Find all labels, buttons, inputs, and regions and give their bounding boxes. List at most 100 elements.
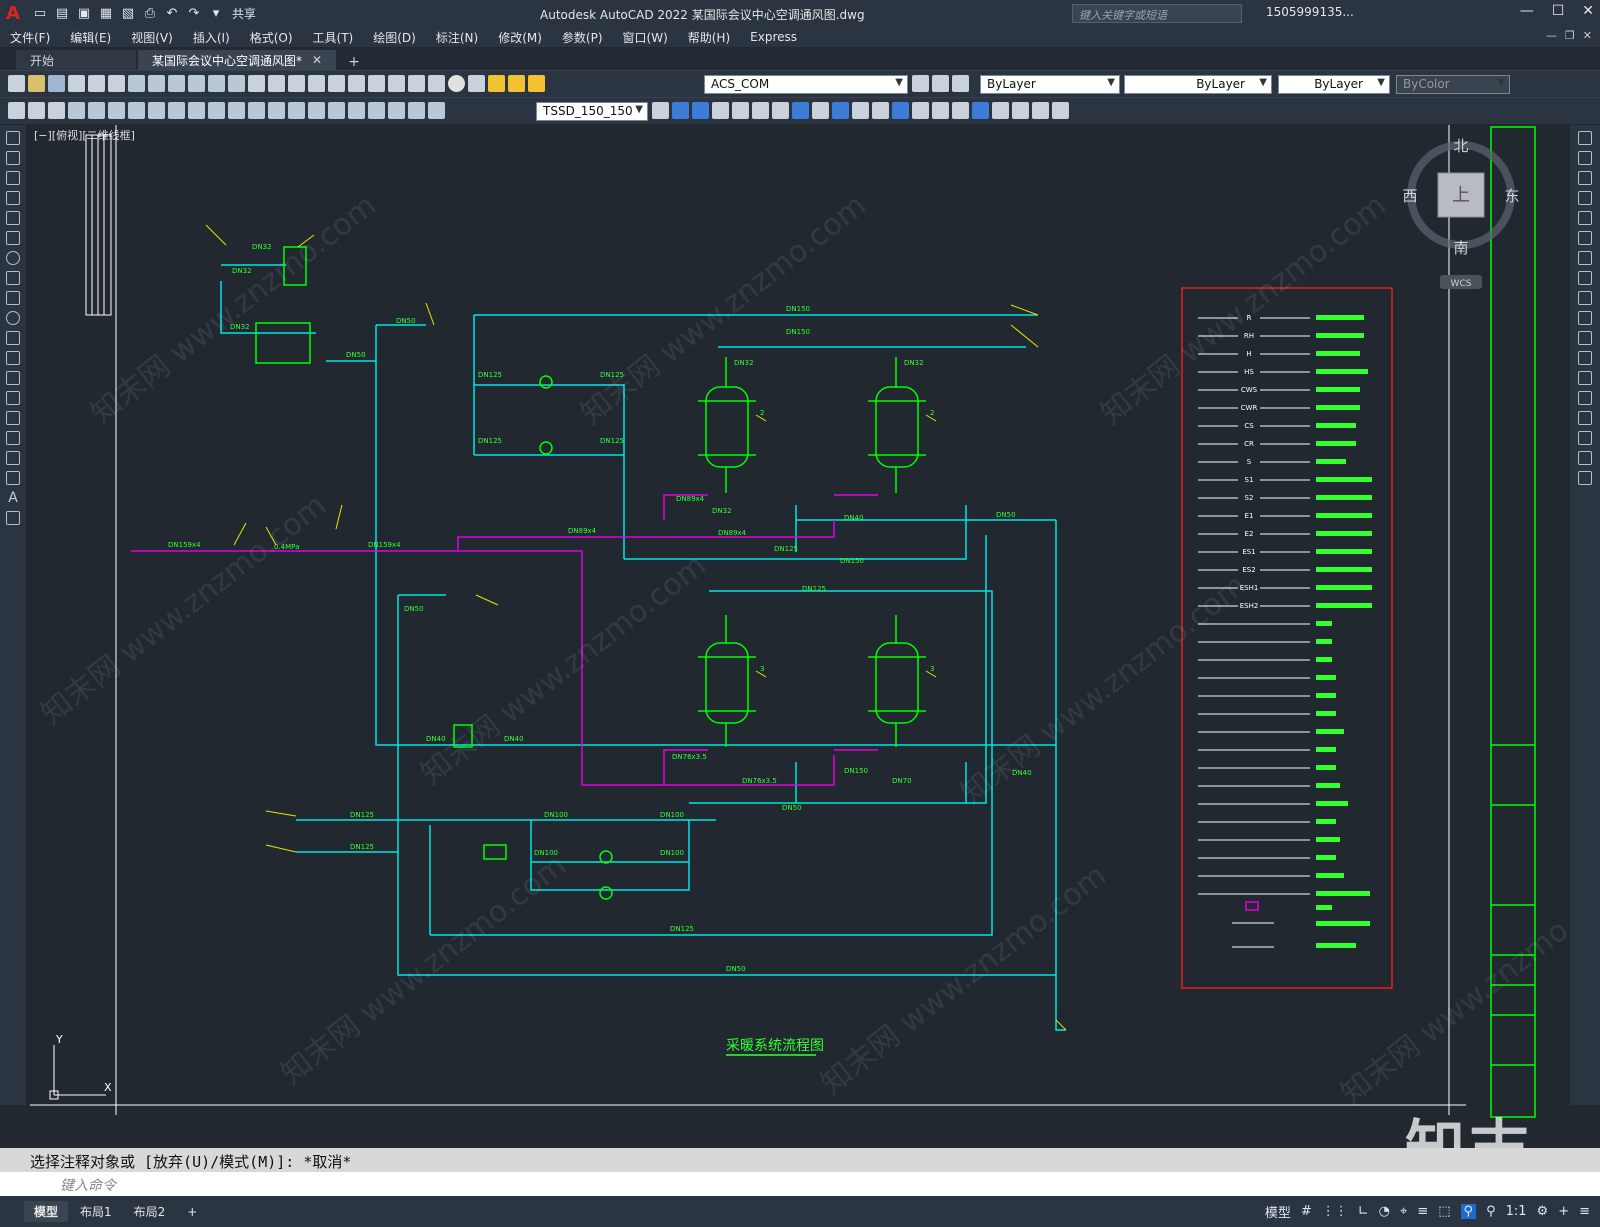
- baseline-dim-icon[interactable]: [248, 102, 265, 119]
- annotation-scale-icon[interactable]: ⚲: [1486, 1204, 1496, 1219]
- close-tab-icon[interactable]: ✕: [312, 53, 322, 67]
- polygon-icon[interactable]: [6, 191, 20, 205]
- tool-icon[interactable]: [812, 102, 829, 119]
- trim-icon[interactable]: [1578, 311, 1592, 325]
- dim-tool-icon[interactable]: [28, 102, 45, 119]
- rotate-icon[interactable]: [1578, 251, 1592, 265]
- layer-previous-icon[interactable]: [932, 75, 949, 92]
- save-icon[interactable]: [48, 75, 65, 92]
- move-icon[interactable]: [1578, 231, 1592, 245]
- plot-icon[interactable]: ⎙: [140, 4, 160, 24]
- multiline-text-icon[interactable]: A: [6, 491, 20, 505]
- color-dropdown[interactable]: ByLayer ▼: [980, 75, 1120, 94]
- plotstyle-dropdown[interactable]: ByColor ▼: [1396, 75, 1510, 94]
- publish-icon[interactable]: [108, 75, 125, 92]
- tool-icon[interactable]: [832, 102, 849, 119]
- ortho-icon[interactable]: ∟: [1358, 1204, 1369, 1219]
- save-icon[interactable]: ▣: [74, 4, 94, 24]
- tab-model[interactable]: 模型: [24, 1201, 69, 1222]
- dim-style-icon[interactable]: [652, 102, 669, 119]
- tolerance-icon[interactable]: [328, 102, 345, 119]
- tab-drawing[interactable]: 某国际会议中心空调通风图* ✕: [138, 50, 337, 70]
- add-layout-icon[interactable]: +: [177, 1203, 207, 1221]
- new-icon[interactable]: [8, 75, 25, 92]
- blend-curves-icon[interactable]: [1578, 451, 1592, 465]
- customize-icon[interactable]: ▾: [206, 4, 226, 24]
- explode-icon[interactable]: [1578, 471, 1592, 485]
- continue-dim-icon[interactable]: [268, 102, 285, 119]
- menu-window[interactable]: 窗口(W): [613, 29, 678, 46]
- open-file-icon[interactable]: ▤: [52, 4, 72, 24]
- menu-view[interactable]: 视图(V): [121, 29, 183, 46]
- ordinate-dim-icon[interactable]: [128, 102, 145, 119]
- join-icon[interactable]: [1578, 391, 1592, 405]
- gradient-icon[interactable]: [6, 431, 20, 445]
- dim-tool-icon[interactable]: [48, 102, 65, 119]
- menu-tools[interactable]: 工具(T): [303, 29, 364, 46]
- tool-icon[interactable]: [772, 102, 789, 119]
- offset-icon[interactable]: [1578, 191, 1592, 205]
- redo-icon[interactable]: ↷: [184, 4, 204, 24]
- layer-freeze-icon[interactable]: [508, 75, 525, 92]
- layer-on-icon[interactable]: [488, 75, 505, 92]
- tool-icon[interactable]: [1032, 102, 1049, 119]
- linetype-dropdown[interactable]: ByLayer ▼: [1124, 75, 1272, 94]
- tool-icon[interactable]: [972, 102, 989, 119]
- jogged-linear-icon[interactable]: [388, 102, 405, 119]
- tab-layout2[interactable]: 布局2: [124, 1201, 176, 1222]
- tool-icon[interactable]: [692, 102, 709, 119]
- extend-icon[interactable]: [1578, 331, 1592, 345]
- scale-value[interactable]: 1:1: [1506, 1204, 1527, 1219]
- mirror-icon[interactable]: [1578, 171, 1592, 185]
- tool-icon[interactable]: [932, 102, 949, 119]
- copy-icon[interactable]: [148, 75, 165, 92]
- region-icon[interactable]: [6, 451, 20, 465]
- plus-icon[interactable]: +: [1558, 1204, 1569, 1219]
- annotation-visibility-icon[interactable]: ⚲: [1460, 1204, 1477, 1219]
- ellipse-arc-icon[interactable]: [6, 331, 20, 345]
- tool-icon[interactable]: [1052, 102, 1069, 119]
- open-web-icon[interactable]: ▧: [118, 4, 138, 24]
- menu-edit[interactable]: 编辑(E): [60, 29, 121, 46]
- revision-cloud-icon[interactable]: [6, 271, 20, 285]
- center-mark-icon[interactable]: [348, 102, 365, 119]
- tool-icon[interactable]: [752, 102, 769, 119]
- minimize-icon[interactable]: —: [1520, 3, 1534, 19]
- properties-icon[interactable]: [328, 75, 345, 92]
- arc-icon[interactable]: [6, 231, 20, 245]
- model-space-button[interactable]: 模型: [1265, 1202, 1291, 1221]
- cut-icon[interactable]: [128, 75, 145, 92]
- table-icon[interactable]: [6, 471, 20, 485]
- user-account[interactable]: 1505999135...: [1266, 5, 1354, 19]
- print-preview-icon[interactable]: [88, 75, 105, 92]
- angular-dim-icon[interactable]: [208, 102, 225, 119]
- erase-icon[interactable]: [1578, 131, 1592, 145]
- fillet-icon[interactable]: [1578, 431, 1592, 445]
- polyline-icon[interactable]: [6, 171, 20, 185]
- spline-icon[interactable]: [6, 291, 20, 305]
- save-as-icon[interactable]: ▦: [96, 4, 116, 24]
- tool-palettes-icon[interactable]: [368, 75, 385, 92]
- osnap-icon[interactable]: ⌖: [1400, 1204, 1407, 1219]
- tool-icon[interactable]: [892, 102, 909, 119]
- lineweight-icon[interactable]: ≡: [1417, 1204, 1428, 1219]
- tool-icon[interactable]: [912, 102, 929, 119]
- hatch-icon[interactable]: [6, 411, 20, 425]
- dim-space-icon[interactable]: [288, 102, 305, 119]
- stretch-icon[interactable]: [1578, 291, 1592, 305]
- dim-edit-icon[interactable]: [408, 102, 425, 119]
- menu-format[interactable]: 格式(O): [240, 29, 303, 46]
- workspace-gear-icon[interactable]: ⚙: [1537, 1204, 1549, 1219]
- chamfer-icon[interactable]: [1578, 411, 1592, 425]
- tool-icon[interactable]: [872, 102, 889, 119]
- tool-icon[interactable]: [672, 102, 689, 119]
- inspect-icon[interactable]: [368, 102, 385, 119]
- new-tab-icon[interactable]: +: [338, 54, 370, 70]
- diameter-dim-icon[interactable]: [188, 102, 205, 119]
- zoom-previous-icon[interactable]: [308, 75, 325, 92]
- autocad-logo-icon[interactable]: A: [0, 0, 26, 27]
- doc-close-icon[interactable]: ✕: [1583, 29, 1592, 42]
- quick-dim-icon[interactable]: [228, 102, 245, 119]
- layer-lock-icon[interactable]: [528, 75, 545, 92]
- ellipse-icon[interactable]: [6, 311, 20, 325]
